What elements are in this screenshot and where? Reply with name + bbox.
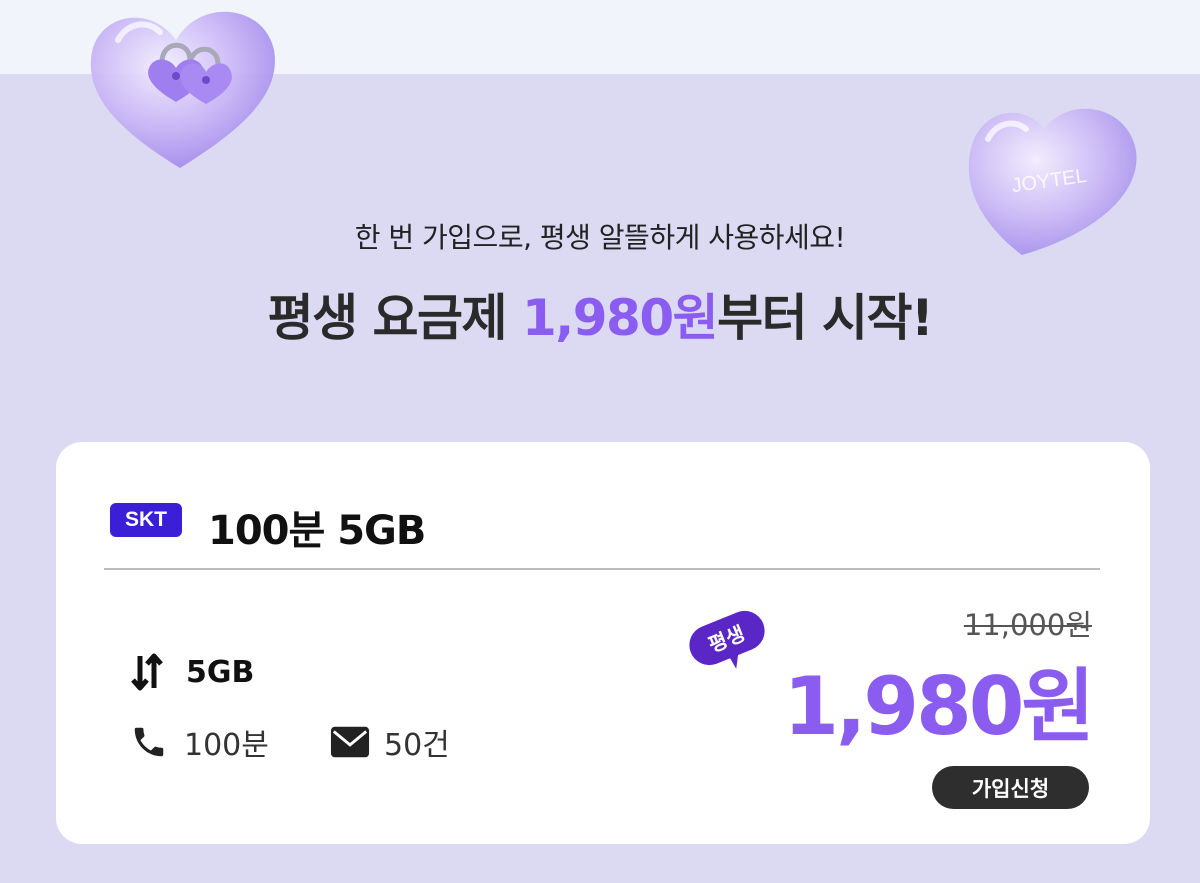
page-title: 평생 요금제 1,980원부터 시작! bbox=[0, 278, 1200, 350]
data-amount: 5GB bbox=[186, 654, 255, 690]
subtitle: 한 번 가입으로, 평생 알뜰하게 사용하세요! bbox=[354, 221, 846, 254]
phone-icon bbox=[130, 722, 170, 762]
original-price: 11,000원 bbox=[963, 608, 1092, 642]
apply-button[interactable]: 가입신청 bbox=[932, 766, 1089, 809]
divider bbox=[104, 568, 1100, 570]
carrier-badge: SKT bbox=[110, 503, 182, 537]
data-spec: 5GB bbox=[130, 652, 254, 692]
plan-card[interactable]: SKT 100분 5GB 5GB 100분 50건 평생 11,000원 1,9… bbox=[56, 442, 1150, 844]
headline-prefix: 평생 요금제 bbox=[267, 289, 522, 347]
heart-padlock-icon bbox=[90, 11, 275, 168]
plan-name: 100분 5GB bbox=[208, 508, 426, 554]
message-count: 50건 bbox=[384, 728, 450, 763]
headline-suffix: 부터 시작! bbox=[717, 289, 934, 347]
lifetime-tag: 평생 bbox=[689, 610, 765, 669]
mail-icon bbox=[330, 722, 370, 762]
voice-spec: 100분 bbox=[130, 720, 269, 764]
message-spec: 50건 bbox=[330, 720, 450, 764]
price: 1,980원 bbox=[783, 660, 1095, 753]
data-arrows-icon bbox=[130, 652, 170, 692]
headline-price: 1,980원 bbox=[521, 289, 719, 347]
voice-minutes: 100분 bbox=[184, 728, 269, 763]
